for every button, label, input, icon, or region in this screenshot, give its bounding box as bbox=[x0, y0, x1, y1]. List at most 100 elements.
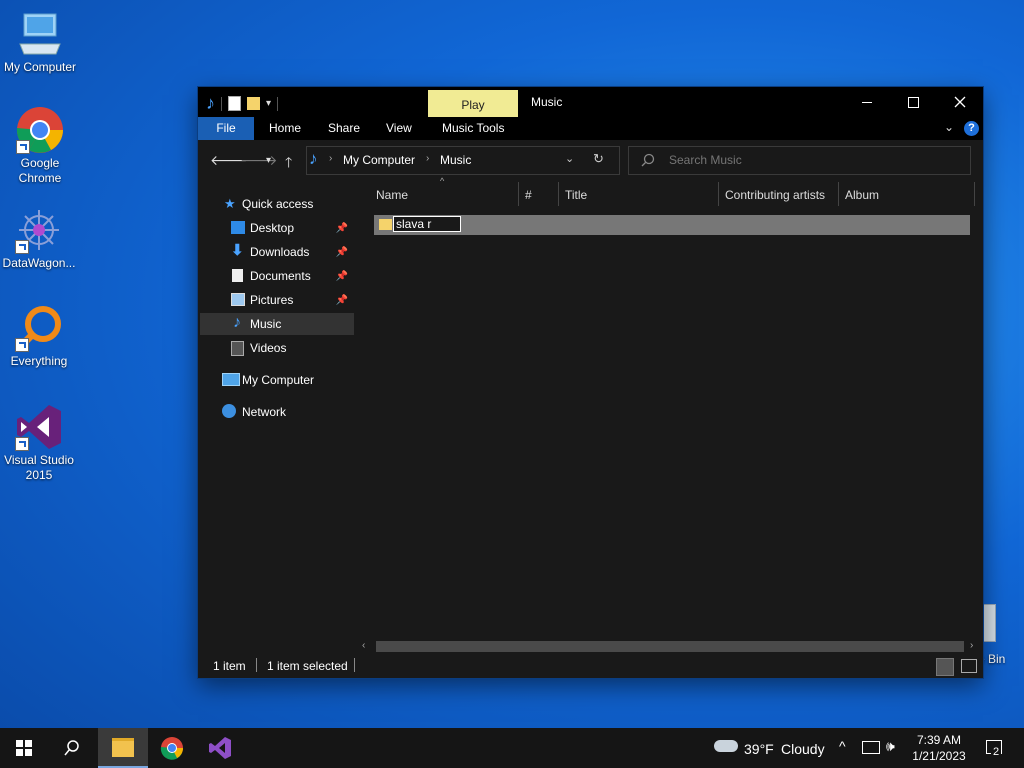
up-button[interactable]: 🡑 bbox=[285, 152, 292, 176]
desktop-icon-datawagon[interactable]: DataWagon... bbox=[0, 206, 79, 271]
help-icon[interactable]: ? bbox=[964, 121, 979, 136]
music-note-icon: ♪ bbox=[309, 149, 318, 168]
taskbar: 39°F Cloudy ^ 🕪 7:39 AM 1/21/2023 2 bbox=[0, 728, 1024, 768]
column-header-album[interactable]: Album bbox=[845, 180, 879, 210]
folder-icon bbox=[112, 737, 134, 757]
column-header-name[interactable]: Name bbox=[376, 180, 408, 210]
maximize-button[interactable] bbox=[890, 87, 936, 117]
shortcut-arrow-icon bbox=[15, 338, 29, 352]
new-folder-icon[interactable] bbox=[247, 97, 260, 110]
nav-videos[interactable]: Videos bbox=[200, 337, 354, 359]
taskbar-file-explorer[interactable] bbox=[98, 728, 148, 768]
notification-center-button[interactable]: 2 bbox=[982, 728, 1018, 768]
breadcrumb-my-computer[interactable]: My Computer bbox=[343, 153, 415, 167]
clock-date: 1/21/2023 bbox=[912, 749, 966, 763]
separator bbox=[256, 658, 257, 672]
nav-quick-access[interactable]: ★ Quick access bbox=[200, 193, 354, 215]
forward-button[interactable]: 🡒 bbox=[240, 152, 278, 169]
desktop-icon-label: My Computer bbox=[3, 60, 77, 74]
properties-icon[interactable] bbox=[228, 96, 241, 111]
tab-file[interactable]: File bbox=[198, 117, 254, 140]
file-explorer-window[interactable]: ♪ ▾ Play Music File Home Share View Musi… bbox=[198, 87, 983, 678]
address-bar[interactable]: ♪ › My Computer › Music ⌄ ↻ bbox=[306, 146, 620, 175]
start-button[interactable] bbox=[0, 728, 48, 768]
customize-qat-icon[interactable]: ▾ bbox=[266, 98, 271, 109]
pin-icon[interactable]: 📌 bbox=[336, 242, 348, 264]
tab-music-tools[interactable]: Music Tools bbox=[442, 117, 504, 140]
close-icon bbox=[954, 96, 966, 108]
address-dropdown-icon[interactable]: ⌄ bbox=[565, 152, 574, 165]
column-separator[interactable] bbox=[974, 182, 975, 206]
visual-studio-icon bbox=[209, 737, 231, 759]
contextual-tab-play[interactable]: Play bbox=[428, 90, 518, 117]
cloud-icon bbox=[714, 740, 738, 752]
desktop-icon-visual-studio[interactable]: Visual Studio 2015 bbox=[0, 403, 79, 483]
nav-documents[interactable]: Documents 📌 bbox=[200, 265, 354, 287]
nav-label: Documents bbox=[250, 269, 311, 283]
nav-my-computer[interactable]: My Computer bbox=[200, 369, 354, 391]
horizontal-scrollbar[interactable]: ‹ › bbox=[358, 638, 983, 655]
taskbar-chrome[interactable] bbox=[148, 728, 196, 768]
title-bar[interactable]: ♪ ▾ Play Music bbox=[198, 87, 983, 117]
search-button[interactable] bbox=[48, 728, 96, 768]
pin-icon[interactable]: 📌 bbox=[336, 218, 348, 240]
music-note-icon: ♪ bbox=[233, 314, 241, 331]
recent-locations-button[interactable]: ▾ bbox=[266, 155, 271, 166]
close-button[interactable] bbox=[937, 87, 983, 117]
breadcrumb-chevron-icon: › bbox=[426, 153, 430, 164]
weather-widget[interactable]: 39°F Cloudy bbox=[712, 728, 832, 768]
nav-network[interactable]: Network bbox=[200, 401, 354, 423]
search-box[interactable] bbox=[628, 146, 971, 175]
chrome-icon bbox=[16, 106, 64, 154]
weather-temp: 39°F bbox=[744, 741, 774, 757]
column-separator[interactable] bbox=[718, 182, 719, 206]
pin-icon[interactable]: 📌 bbox=[336, 266, 348, 288]
nav-desktop[interactable]: Desktop 📌 bbox=[200, 217, 354, 239]
large-icons-view-button[interactable] bbox=[961, 659, 977, 673]
search-icon bbox=[64, 740, 79, 756]
tab-view[interactable]: View bbox=[386, 117, 412, 140]
rename-input[interactable] bbox=[393, 216, 461, 232]
details-view-button[interactable] bbox=[936, 658, 954, 676]
clock[interactable]: 7:39 AM 1/21/2023 bbox=[906, 732, 972, 764]
desktop-icon-everything[interactable]: Everything bbox=[0, 304, 79, 369]
tab-home[interactable]: Home bbox=[269, 117, 301, 140]
desktop-icon-chrome[interactable]: Google Chrome bbox=[0, 106, 80, 186]
column-header-number[interactable]: # bbox=[525, 180, 532, 210]
column-separator[interactable] bbox=[558, 182, 559, 206]
search-input[interactable] bbox=[667, 152, 961, 168]
scrollbar-thumb[interactable] bbox=[376, 641, 964, 652]
column-header-contributing-artists[interactable]: Contributing artists bbox=[725, 180, 825, 210]
volume-icon[interactable]: 🕪 bbox=[886, 738, 895, 755]
nav-label: Desktop bbox=[250, 221, 295, 235]
nav-label: Videos bbox=[250, 341, 287, 355]
item-count: 1 item bbox=[213, 659, 246, 673]
nav-pictures[interactable]: Pictures 📌 bbox=[200, 289, 354, 311]
column-header-title[interactable]: Title bbox=[565, 180, 587, 210]
scroll-left-icon[interactable]: ‹ bbox=[362, 640, 365, 651]
column-separator[interactable] bbox=[838, 182, 839, 206]
file-list[interactable]: ^ Name # Title Contributing artists Albu… bbox=[358, 176, 983, 640]
expand-ribbon-icon[interactable]: ⌄ bbox=[944, 120, 954, 134]
tab-share[interactable]: Share bbox=[328, 117, 360, 140]
network-status-icon[interactable] bbox=[862, 741, 880, 754]
desktop-icon-my-computer[interactable]: My Computer bbox=[0, 10, 80, 75]
show-hidden-icons-button[interactable]: ^ bbox=[839, 738, 846, 754]
quick-access-toolbar: ♪ ▾ bbox=[206, 93, 279, 114]
shortcut-arrow-icon bbox=[16, 140, 30, 154]
nav-music[interactable]: ♪ Music bbox=[200, 313, 354, 335]
minimize-button[interactable] bbox=[844, 87, 890, 117]
table-row[interactable] bbox=[374, 215, 970, 235]
shortcut-arrow-icon bbox=[15, 437, 29, 451]
refresh-icon[interactable]: ↻ bbox=[593, 151, 604, 167]
taskbar-visual-studio[interactable] bbox=[196, 728, 244, 768]
column-separator[interactable] bbox=[518, 182, 519, 206]
separator bbox=[277, 96, 279, 111]
nav-downloads[interactable]: ⬇ Downloads 📌 bbox=[200, 241, 354, 263]
scroll-right-icon[interactable]: › bbox=[970, 640, 973, 651]
pictures-icon bbox=[231, 293, 245, 306]
pin-icon[interactable]: 📌 bbox=[336, 290, 348, 312]
ribbon-tabs: File Home Share View Music Tools ⌄ ? bbox=[198, 117, 983, 140]
breadcrumb-music[interactable]: Music bbox=[440, 153, 471, 167]
window-title: Music bbox=[531, 95, 563, 109]
